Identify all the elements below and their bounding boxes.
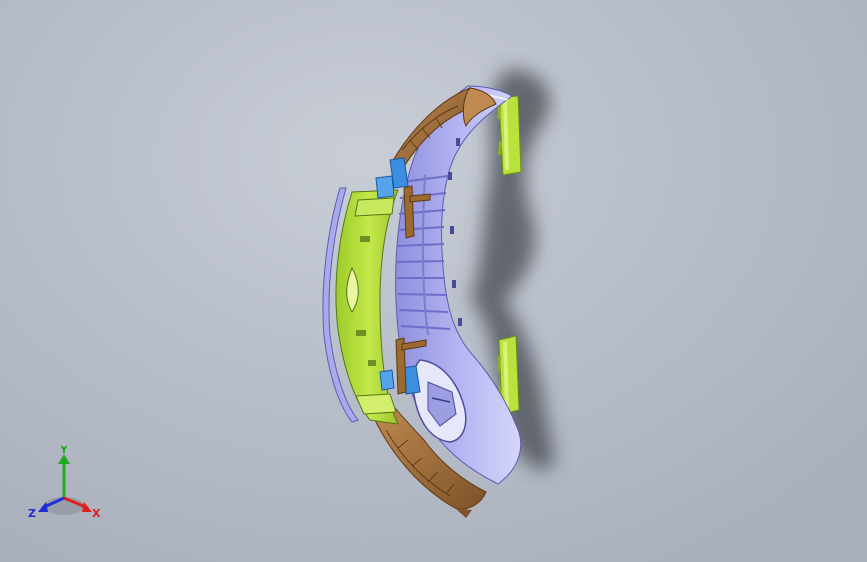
axis-triad: Y X Z bbox=[28, 446, 101, 520]
model-view[interactable] bbox=[0, 0, 867, 562]
y-axis-label: Y bbox=[59, 446, 69, 456]
x-axis-label: X bbox=[92, 507, 101, 520]
graphics-viewport[interactable]: Y X Z bbox=[0, 0, 867, 562]
x-axis-arrow bbox=[82, 502, 92, 512]
z-axis-label: Z bbox=[28, 507, 36, 520]
